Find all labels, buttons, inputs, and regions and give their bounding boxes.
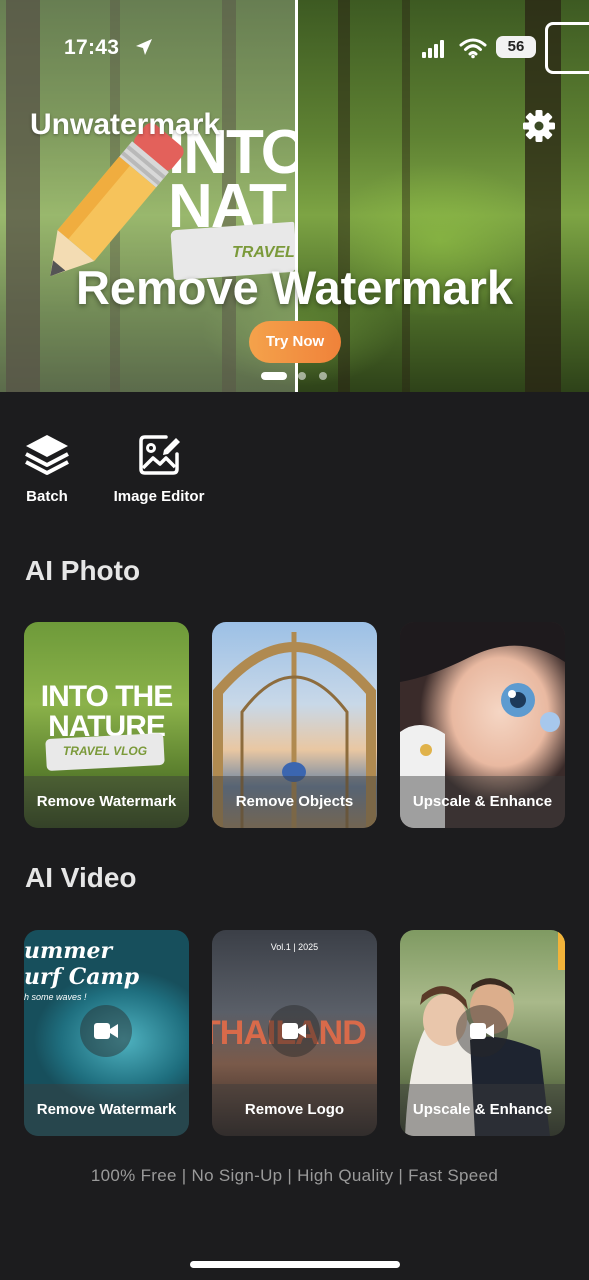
carousel-dot[interactable] — [298, 372, 306, 380]
hero-banner[interactable]: INTO NAT TRAVEL 17:43 56 Unwatermark Rem… — [0, 0, 589, 392]
card-artwork-text: INTO THE NATURE — [40, 680, 173, 743]
card-artwork-text: ummer urf Camp — [24, 938, 140, 990]
card-artwork-sub: h some waves ! — [24, 992, 87, 1002]
tool-label: Batch — [26, 488, 68, 505]
status-time: 17:43 — [64, 36, 120, 59]
tool-image-editor[interactable]: Image Editor — [108, 432, 210, 505]
card-label: Remove Watermark — [24, 1084, 189, 1136]
video-camera-icon — [470, 1023, 494, 1039]
video-camera-icon — [94, 1023, 118, 1039]
stack-layers-icon — [25, 435, 69, 475]
home-indicator[interactable] — [190, 1261, 400, 1268]
card-label: Upscale & Enhance — [400, 1084, 565, 1136]
dynamic-frame — [545, 22, 589, 74]
try-now-button[interactable]: Try Now — [249, 321, 341, 363]
card-label: Remove Objects — [212, 776, 377, 828]
video-badge — [268, 1005, 320, 1057]
card-artwork-tag: TRAVEL VLOG — [62, 744, 148, 758]
cellular-signal-icon — [422, 40, 444, 58]
carousel-dot[interactable] — [319, 372, 327, 380]
card-artwork-tag: Vol.1 | 2025 — [270, 942, 319, 952]
status-bar: 17:43 56 — [0, 0, 589, 96]
hero-headline: Remove Watermark — [75, 261, 514, 314]
card-upscale-enhance-photo[interactable]: Upscale & Enhance — [400, 622, 565, 828]
tool-label: Image Editor — [113, 488, 205, 505]
location-arrow-icon — [136, 39, 152, 55]
card-remove-objects[interactable]: Remove Objects — [212, 622, 377, 828]
card-label: Upscale & Enhance — [400, 776, 565, 828]
carousel-dot-active[interactable] — [261, 372, 287, 380]
wifi-icon — [459, 38, 487, 59]
section-title-ai-photo: AI Photo — [25, 555, 141, 586]
feature-tagline: 100% Free | No Sign-Up | High Quality | … — [90, 1166, 499, 1185]
gear-icon[interactable] — [522, 109, 556, 143]
card-video-upscale-enhance[interactable]: Upscale & Enhance — [400, 930, 565, 1136]
video-badge — [80, 1005, 132, 1057]
card-remove-watermark[interactable]: INTO THE NATURE TRAVEL VLOG Remove Water… — [24, 622, 189, 828]
tool-batch[interactable]: Batch — [20, 432, 74, 505]
card-label: Remove Logo — [212, 1084, 377, 1136]
app-title: Unwatermark — [30, 108, 221, 141]
image-edit-icon — [139, 435, 180, 475]
card-video-remove-watermark[interactable]: ummer urf Camp h some waves ! Remove Wat… — [24, 930, 189, 1136]
card-label: Remove Watermark — [24, 776, 189, 828]
battery-indicator: 56 — [496, 36, 536, 58]
video-badge — [456, 1005, 508, 1057]
video-camera-icon — [282, 1023, 306, 1039]
card-remove-logo[interactable]: Vol.1 | 2025 THAILAND Remove Logo — [212, 930, 377, 1136]
section-title-ai-video: AI Video — [25, 862, 137, 893]
